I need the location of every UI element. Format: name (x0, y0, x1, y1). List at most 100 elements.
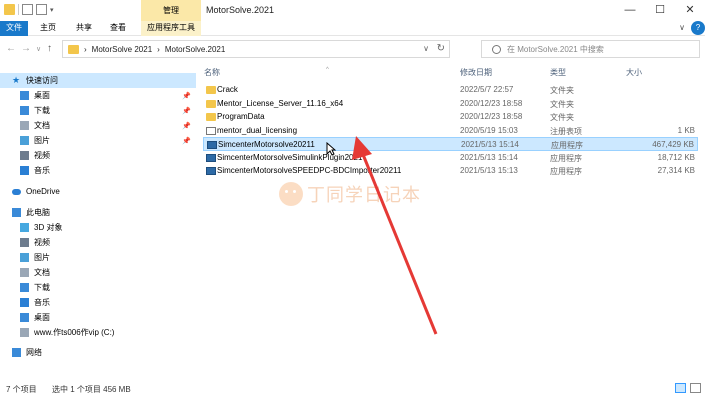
breadcrumb-item[interactable]: MotorSolve 2021 (92, 45, 152, 54)
quick-access-toolbar: ▾ (4, 4, 54, 15)
address-row: ← → ∨ ↑ › MotorSolve 2021 › MotorSolve.2… (0, 36, 705, 62)
sidebar-item-pc[interactable]: 下载 (0, 280, 50, 295)
sidebar-item-quick[interactable]: 音乐 (0, 163, 50, 178)
minimize-button[interactable]: — (615, 0, 645, 21)
recent-locations-button[interactable]: ∨ (36, 45, 41, 53)
item-count: 7 个项目 (6, 385, 37, 394)
maximize-button[interactable]: ☐ (645, 0, 675, 21)
tab-share[interactable]: 共享 (70, 21, 98, 36)
sidebar-item-quick-access[interactable]: ★ 快速访问 (0, 73, 196, 88)
picture-icon (20, 136, 29, 145)
forward-button[interactable]: → (21, 43, 31, 54)
desktop-icon (20, 313, 29, 322)
sidebar-item-quick[interactable]: 桌面 📌 (0, 88, 191, 103)
sidebar-item-pc[interactable]: www.作ts006作vip (C:) (0, 325, 114, 340)
refresh-icon[interactable]: ↻ (437, 43, 445, 54)
address-bar[interactable]: › MotorSolve 2021 › MotorSolve.2021 ∨ ↻ (62, 40, 450, 58)
file-name: SimcenterMotorsolveSPEEDPC-BDCImporter20… (217, 166, 402, 175)
sidebar-item-pc[interactable]: 桌面 (0, 310, 50, 325)
sidebar-item-label: 3D 对象 (34, 223, 63, 232)
customize-toolbar-icon[interactable]: ▾ (50, 6, 54, 14)
watermark-text: 丁同学日记本 (307, 185, 421, 205)
search-icon (492, 44, 501, 54)
folder-icon (68, 44, 79, 54)
sidebar-item-label: 此电脑 (26, 208, 50, 217)
sidebar-item-label: 文档 (34, 121, 50, 130)
file-date: 2020/12/23 18:58 (460, 98, 523, 108)
music-icon (20, 166, 29, 175)
file-name: ProgramData (217, 112, 265, 121)
pin-icon[interactable]: 📌 (182, 122, 191, 130)
sidebar-item-label: OneDrive (26, 187, 60, 196)
folder-icon[interactable] (4, 4, 15, 15)
column-size[interactable]: 大小 (626, 67, 642, 78)
tab-file[interactable]: 文件 (0, 21, 28, 36)
search-input[interactable]: 在 MotorSolve.2021 中搜索 (507, 44, 604, 55)
large-icons-view-icon[interactable] (690, 383, 701, 393)
sidebar-item-label: www.作ts006作vip (C:) (34, 328, 115, 337)
file-row[interactable]: SimcenterMotorsolve20211 2021/5/13 15:14 应… (203, 137, 698, 151)
sidebar-item-this-pc[interactable]: 此电脑 (0, 205, 50, 220)
sidebar-item-label: 文档 (34, 268, 50, 277)
sidebar-item-label: 桌面 (34, 313, 50, 322)
up-button[interactable]: ↑ (47, 43, 52, 54)
sidebar-item-pc[interactable]: 视频 (0, 235, 50, 250)
sidebar-item-label: 桌面 (34, 91, 50, 100)
tab-home[interactable]: 主页 (34, 21, 62, 36)
column-type[interactable]: 类型 (550, 67, 566, 78)
sidebar-item-pc[interactable]: 文档 (0, 265, 50, 280)
sidebar-item-quick[interactable]: 视频 (0, 148, 50, 163)
pin-icon[interactable]: 📌 (182, 92, 191, 100)
sort-arrow-icon: ^ (326, 67, 329, 73)
selection-info: 选中 1 个项目 456 MB (52, 385, 131, 394)
ribbon-expand-icon[interactable]: ∨ (679, 23, 685, 32)
sidebar-item-onedrive[interactable]: OneDrive (0, 184, 60, 199)
navigation-pane: ★ 快速访问 桌面 📌 下载 📌 文档 📌 图片 📌 视频 音乐 OneDrive 此电脑 3D … (0, 62, 196, 380)
sidebar-item-network[interactable]: 网络 (0, 345, 42, 360)
breadcrumb-separator: › (84, 44, 87, 54)
back-button[interactable]: ← (6, 43, 16, 54)
file-row[interactable]: mentor_dual_licensing 2020/5/19 15:03 注册表项… (203, 124, 698, 138)
file-row[interactable]: Mentor_License_Server_11.16_x64 2020/12/2… (203, 97, 698, 111)
file-row[interactable]: Crack 2022/5/7 22:57 文件夹 (203, 83, 698, 97)
download-icon (20, 283, 29, 292)
sidebar-item-label: 快速访问 (26, 76, 58, 85)
tab-view[interactable]: 查看 (104, 21, 132, 36)
search-box[interactable]: 在 MotorSolve.2021 中搜索 (481, 40, 700, 58)
mouse-cursor-icon (326, 142, 336, 156)
pin-icon[interactable]: 📌 (182, 107, 191, 115)
sidebar-item-pc[interactable]: 音乐 (0, 295, 50, 310)
tab-app-tools[interactable]: 应用程序工具 (141, 21, 201, 36)
new-folder-icon[interactable] (36, 4, 47, 15)
pin-icon[interactable]: 📌 (182, 137, 191, 145)
file-date: 2021/5/13 15:14 (461, 140, 519, 149)
file-row[interactable]: ProgramData 2020/12/23 18:58 文件夹 (203, 110, 698, 124)
download-icon (20, 106, 29, 115)
folder-icon (206, 86, 216, 94)
breadcrumb-item[interactable]: MotorSolve.2021 (165, 45, 225, 54)
file-row[interactable]: SimcenterMotorsolveSimulinkPlugin2021 202… (203, 151, 698, 165)
details-view-icon[interactable] (675, 383, 686, 393)
close-button[interactable]: ✕ (675, 0, 705, 21)
file-date: 2020/5/19 15:03 (460, 125, 518, 135)
properties-icon[interactable] (22, 4, 33, 15)
manage-context-tab[interactable]: 管理 (141, 0, 201, 21)
sidebar-item-quick[interactable]: 下载 📌 (0, 103, 191, 118)
column-modified[interactable]: 修改日期 (460, 67, 492, 78)
cloud-icon (12, 188, 21, 195)
breadcrumb-separator: › (157, 44, 160, 54)
sidebar-item-quick[interactable]: 图片 📌 (0, 133, 191, 148)
sidebar-item-quick[interactable]: 文档 📌 (0, 118, 191, 133)
video-icon (20, 238, 29, 247)
sidebar-item-label: 视频 (34, 151, 50, 160)
ribbon-tabs: 文件 主页 共享 查看 应用程序工具 ∨ ? (0, 21, 705, 36)
network-icon (12, 348, 21, 357)
sidebar-item-pc[interactable]: 图片 (0, 250, 50, 265)
file-type: 文件夹 (550, 86, 574, 95)
address-dropdown-icon[interactable]: ∨ (423, 44, 429, 53)
file-row[interactable]: SimcenterMotorsolveSPEEDPC-BDCImporter20… (203, 164, 698, 178)
music-icon (20, 298, 29, 307)
column-name[interactable]: 名称 (204, 67, 220, 78)
help-icon[interactable]: ? (691, 21, 705, 35)
sidebar-item-pc[interactable]: 3D 对象 (0, 220, 62, 235)
